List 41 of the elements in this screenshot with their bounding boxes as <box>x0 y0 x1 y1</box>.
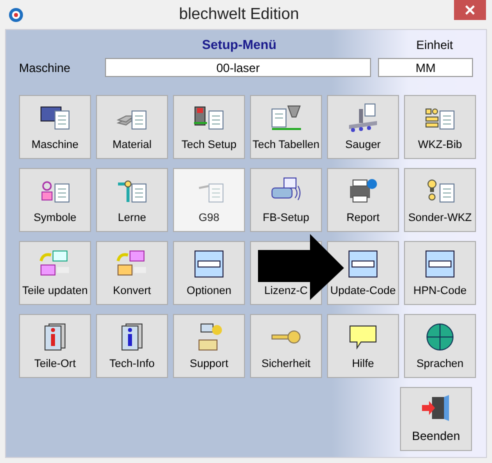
code-panel-icon <box>193 248 225 278</box>
menu-button[interactable]: Lerne <box>96 168 168 232</box>
machine-field[interactable]: 00-laser <box>104 58 372 77</box>
machine-label: Maschine <box>19 60 72 76</box>
menu-button[interactable]: Teile-Ort <box>19 314 91 378</box>
menu-button[interactable]: Teile updaten <box>19 241 91 305</box>
menu-button[interactable]: Report <box>327 168 399 232</box>
globe-icon <box>424 322 456 352</box>
menu-title: Setup-Menü <box>202 36 276 54</box>
exit-button[interactable]: Beenden <box>400 387 472 451</box>
window-title: blechwelt Edition <box>178 4 300 24</box>
menu-button[interactable]: Hilfe <box>327 314 399 378</box>
menu-button[interactable]: Maschine <box>19 95 91 159</box>
menu-button[interactable]: Sprachen <box>404 314 476 378</box>
menu-button[interactable]: Material <box>96 95 168 159</box>
close-icon <box>465 5 475 15</box>
menu-button[interactable]: Sonder-WKZ <box>404 168 476 232</box>
code-panel-icon <box>347 248 379 278</box>
menu-button[interactable]: Sicherheit <box>250 314 322 378</box>
menu-button[interactable]: Symbole <box>19 168 91 232</box>
suction-gripper-icon <box>347 102 379 132</box>
menu-button[interactable]: WKZ-Bib <box>404 95 476 159</box>
menu-button[interactable]: HPN-Code <box>404 241 476 305</box>
table-nozzle-icon <box>270 102 302 132</box>
menu-button[interactable]: Support <box>173 314 245 378</box>
file-convert-icon <box>116 248 148 278</box>
unit-field[interactable]: MM <box>378 58 474 77</box>
file-update-icon <box>39 248 71 278</box>
menu-button[interactable]: FB-Setup <box>250 168 322 232</box>
code-panel-icon <box>424 248 456 278</box>
door-exit-icon <box>420 393 452 423</box>
menu-button[interactable]: Tech-Info <box>96 314 168 378</box>
menu-button[interactable]: Tech Setup <box>173 95 245 159</box>
close-button[interactable] <box>454 0 486 20</box>
unit-label: Einheit <box>416 37 453 54</box>
menu-button[interactable]: Sauger <box>327 95 399 159</box>
menu-button[interactable]: Konvert <box>96 241 168 305</box>
menu-button[interactable]: Update-Code <box>327 241 399 305</box>
app-logo-icon <box>8 6 24 22</box>
menu-button[interactable]: Tech Tabellen <box>250 95 322 159</box>
menu-button[interactable]: Optionen <box>173 241 245 305</box>
